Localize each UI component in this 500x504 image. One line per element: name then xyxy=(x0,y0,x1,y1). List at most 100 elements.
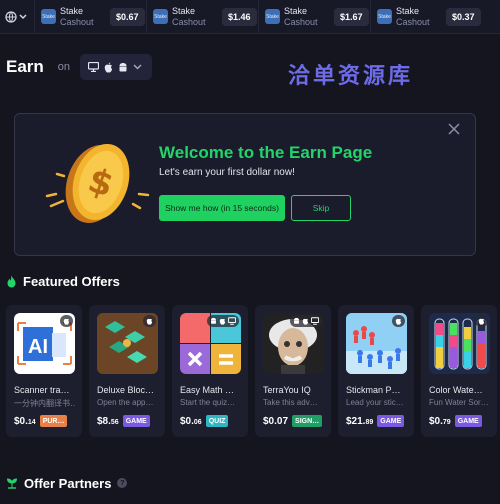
offer-description: 一分钟内翻译书… xyxy=(14,399,76,408)
desktop-icon xyxy=(88,62,100,72)
ticker-name: Stake xyxy=(396,5,420,16)
globe-chevron-icon xyxy=(5,10,27,23)
section-title: Featured Offers xyxy=(23,273,120,289)
offer-category-tag: QUIZ xyxy=(205,415,229,427)
apple-icon xyxy=(104,62,113,73)
ticker-item[interactable]: Stake Stake Cashout $1.46 xyxy=(146,0,258,34)
apple-icon xyxy=(478,318,485,325)
offer-price: $0.14 xyxy=(14,415,36,427)
offer-name: Color Wate… xyxy=(429,385,483,395)
offer-category-tag: GAME xyxy=(377,415,405,427)
ticker-amount: $0.67 xyxy=(110,7,145,26)
offer-category-tag: PUR… xyxy=(39,415,68,427)
offer-card[interactable]: Color Wate… Fun Water Sor… $0.79 GAME xyxy=(421,305,497,437)
offer-price: $0.79 xyxy=(429,415,451,427)
android-icon xyxy=(294,317,299,324)
platform-chip xyxy=(143,315,156,327)
offer-card[interactable]: AI Scanner tra… 一分钟内翻译书… $0.14 PUR… xyxy=(6,305,82,437)
apple-icon xyxy=(63,318,70,325)
platform-chip xyxy=(392,315,405,327)
ticker-amount: $1.67 xyxy=(334,7,369,26)
ticker-sub: Cashout xyxy=(396,16,430,27)
featured-offers-heading: Featured Offers xyxy=(6,271,120,291)
offer-price: $21.89 xyxy=(346,415,374,427)
ticker-name: Stake xyxy=(172,5,196,16)
platform-chip xyxy=(475,315,488,327)
offer-thumbnail xyxy=(263,313,324,374)
ticker-item[interactable]: Stake Stake Cashout $0.67 xyxy=(34,0,146,34)
offer-description: Start the quiz… xyxy=(180,398,236,407)
offer-card[interactable]: Easy Math … Start the quiz… $0.06 QUIZ xyxy=(172,305,248,437)
platform-chip xyxy=(60,315,73,327)
desktop-icon xyxy=(311,317,319,325)
desktop-icon xyxy=(228,317,236,325)
platform-chip xyxy=(207,315,239,327)
offer-thumbnail xyxy=(97,313,158,374)
offer-card[interactable]: Deluxe Bloc… Open the app… $8.56 GAME xyxy=(89,305,165,437)
chevron-down-icon xyxy=(133,64,142,70)
ticker-amount: $0.37 xyxy=(446,7,481,26)
offer-partners-heading: Offer Partners ? xyxy=(6,473,128,493)
platform-on-label: on xyxy=(57,61,71,73)
offer-thumbnail xyxy=(429,313,490,374)
offer-name: Easy Math … xyxy=(180,385,235,395)
svg-text:AI: AI xyxy=(28,336,48,358)
ticker-name: Stake xyxy=(60,5,84,16)
offer-name: Stickman P… xyxy=(346,385,401,395)
apple-icon xyxy=(395,318,402,325)
offer-name: TerraYou IQ xyxy=(263,385,311,395)
welcome-card: $ Welcome to the Earn Page Let's earn yo… xyxy=(14,113,476,256)
welcome-title: Welcome to the Earn Page xyxy=(159,143,373,162)
live-ticker-bar: Stake Stake Cashout $0.67 Stake Stake Ca… xyxy=(0,0,500,34)
platform-select[interactable] xyxy=(80,54,153,80)
watermark-text: 洽单资源库 xyxy=(288,64,414,89)
offer-price: $8.56 xyxy=(97,415,119,427)
ticker-sub: Cashout xyxy=(60,16,94,27)
offer-category-tag: GAME xyxy=(454,415,482,427)
stake-logo-icon: Stake xyxy=(153,9,168,24)
offer-thumbnail: AI xyxy=(14,313,75,374)
section-title: Offer Partners xyxy=(24,475,112,491)
offer-thumbnail xyxy=(180,313,241,374)
gold-coin-icon: $ xyxy=(45,143,150,224)
offer-description: Lead your stic… xyxy=(346,398,404,407)
offer-price: $0.07 xyxy=(263,415,289,427)
close-icon[interactable] xyxy=(447,122,461,136)
platform-chip xyxy=(290,315,322,327)
ticker-sub: Cashout xyxy=(172,16,206,27)
stake-logo-icon: Stake xyxy=(377,9,392,24)
apple-icon xyxy=(146,318,153,325)
offer-price: $0.06 xyxy=(180,415,202,427)
show-me-how-button[interactable]: Show me how (in 15 seconds) xyxy=(159,195,285,221)
ticker-name: Stake xyxy=(284,5,308,16)
flame-icon xyxy=(7,275,16,287)
stake-logo-icon: Stake xyxy=(265,9,280,24)
sprout-icon xyxy=(6,478,18,489)
offer-description: Fun Water Sor… xyxy=(429,398,489,407)
earn-header: Earn on xyxy=(6,52,153,82)
android-icon xyxy=(211,317,216,324)
page-title: Earn xyxy=(6,57,44,76)
offer-category-tag: GAME xyxy=(122,415,150,427)
welcome-subtitle: Let's earn your first dollar now! xyxy=(159,167,295,178)
offer-card[interactable]: TerraYou IQ Take this adv… $0.07 SIGN… xyxy=(255,305,331,437)
offer-description: Take this adv… xyxy=(263,398,318,407)
ticker-amount: $1.46 xyxy=(222,7,257,26)
offer-category-tag: SIGN… xyxy=(292,415,323,427)
ticker-menu[interactable] xyxy=(0,0,34,34)
stake-logo-icon: Stake xyxy=(41,9,56,24)
apple-icon xyxy=(302,318,309,325)
offer-name: Scanner tra… xyxy=(14,385,70,395)
help-icon[interactable]: ? xyxy=(117,478,128,488)
ticker-sub: Cashout xyxy=(284,16,318,27)
ticker-item[interactable]: Stake Stake Cashout $1.67 xyxy=(258,0,370,34)
offers-carousel: AI Scanner tra… 一分钟内翻译书… $0.14 PUR… Delu… xyxy=(6,305,500,437)
offer-card[interactable]: Stickman P… Lead your stic… $21.89 GAME xyxy=(338,305,414,437)
offer-thumbnail xyxy=(346,313,407,374)
ticker-item[interactable]: Stake Stake Cashout $0.37 xyxy=(370,0,482,34)
offer-description: Open the app… xyxy=(97,398,154,407)
apple-icon xyxy=(219,318,226,325)
android-icon xyxy=(119,62,127,71)
skip-button[interactable]: Skip xyxy=(291,195,351,221)
offer-name: Deluxe Bloc… xyxy=(97,385,155,395)
